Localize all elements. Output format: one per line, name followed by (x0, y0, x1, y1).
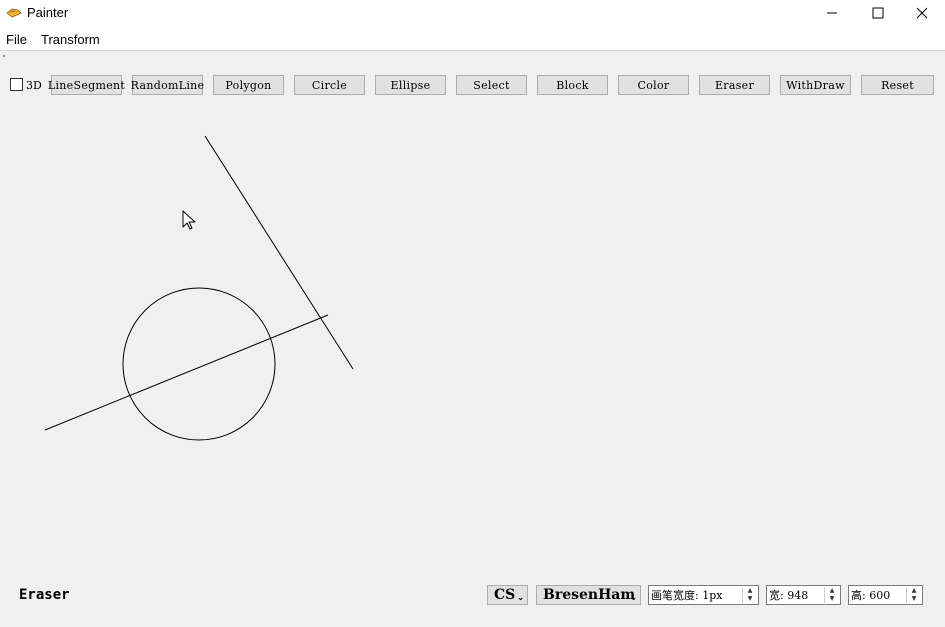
current-mode-label: Eraser (19, 587, 70, 603)
spin-buttons[interactable]: ▲ ▼ (742, 587, 757, 603)
canvas-height-spinbox[interactable]: 高: 600 ▲ ▼ (848, 585, 923, 605)
block-button[interactable]: Block (537, 75, 608, 95)
color-space-combo[interactable]: CS ⌄ (487, 585, 528, 605)
circle-button[interactable]: Circle (294, 75, 365, 95)
window-title: Painter (27, 5, 69, 20)
reset-button[interactable]: Reset (861, 75, 934, 95)
randomline-button[interactable]: RandomLine (131, 75, 204, 95)
polygon-button[interactable]: Polygon (213, 75, 284, 95)
menu-bar: File Transform (0, 26, 945, 50)
spin-up-icon[interactable]: ▲ (825, 587, 839, 595)
drawn-circle (122, 287, 276, 441)
canvas-width-spinbox[interactable]: 宽: 948 ▲ ▼ (766, 585, 841, 605)
eraser-button[interactable]: Eraser (699, 75, 770, 95)
color-button[interactable]: Color (618, 75, 689, 95)
ellipse-button[interactable]: Ellipse (375, 75, 446, 95)
pen-width-spinbox[interactable]: 画笔宽度: 1px ▲ ▼ (648, 585, 759, 605)
spin-down-icon[interactable]: ▼ (907, 595, 921, 603)
dropdown-arrow-icon: ⌄ (517, 592, 524, 602)
canvas-width-value: 宽: 948 (769, 589, 809, 602)
spin-buttons[interactable]: ▲ ▼ (906, 587, 921, 603)
spin-up-icon[interactable]: ▲ (907, 587, 921, 595)
menu-file[interactable]: File (6, 32, 27, 47)
withdraw-button[interactable]: WithDraw (780, 75, 851, 95)
pen-width-value: 画笔宽度: 1px (651, 589, 723, 602)
color-space-value: CS (494, 587, 516, 603)
algorithm-combo[interactable]: BresenHam ⌄ (536, 585, 641, 605)
close-button[interactable] (899, 0, 945, 26)
minimize-icon (827, 12, 837, 14)
spin-down-icon[interactable]: ▼ (825, 595, 839, 603)
minimize-button[interactable] (809, 0, 855, 26)
linesegment-button[interactable]: LineSegment (48, 75, 125, 95)
painter-app-icon (6, 8, 22, 18)
drawn-line-segment (44, 314, 329, 431)
spin-down-icon[interactable]: ▼ (743, 595, 757, 603)
canvas-height-value: 高: 600 (851, 589, 891, 602)
close-icon (916, 7, 928, 19)
dropdown-arrow-icon: ⌄ (630, 592, 637, 602)
menu-transform[interactable]: Transform (41, 32, 100, 47)
checkbox-3d-label: 3D (26, 79, 42, 92)
drawing-canvas[interactable] (0, 100, 945, 580)
menu-divider (0, 50, 945, 51)
spin-buttons[interactable]: ▲ ▼ (824, 587, 839, 603)
algorithm-value: BresenHam (543, 587, 636, 603)
checkbox-3d[interactable] (10, 78, 23, 91)
maximize-button[interactable] (855, 0, 901, 26)
drawn-line-segment (204, 135, 354, 370)
spin-up-icon[interactable]: ▲ (743, 587, 757, 595)
toolbar-grip (3, 55, 5, 57)
title-bar: Painter (0, 0, 945, 26)
select-button[interactable]: Select (456, 75, 527, 95)
maximize-icon (872, 7, 884, 19)
mouse-cursor-icon (182, 210, 196, 230)
